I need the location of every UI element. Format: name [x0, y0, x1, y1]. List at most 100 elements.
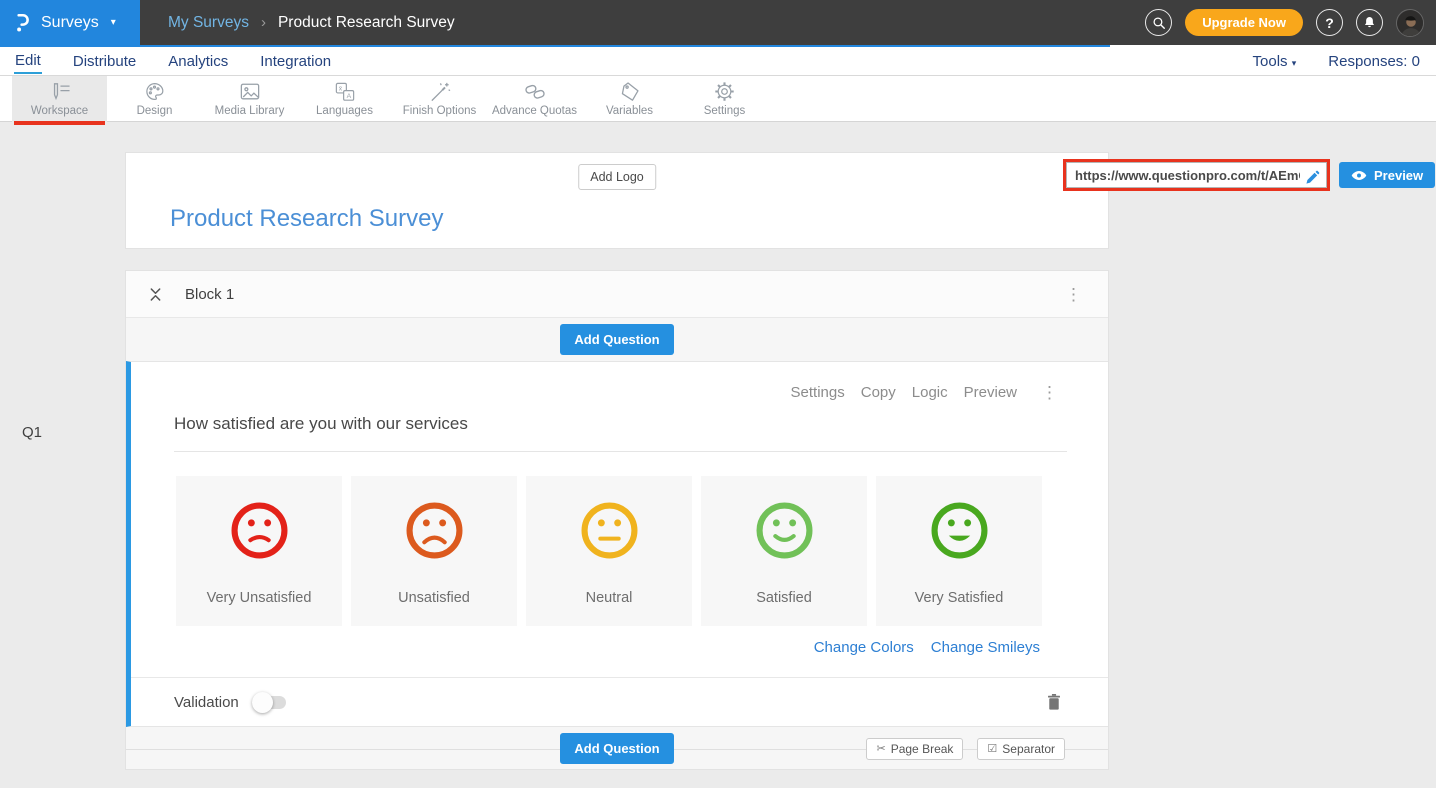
validation-label: Validation: [174, 694, 239, 711]
help-button[interactable]: ?: [1316, 9, 1343, 36]
add-question-button-top[interactable]: Add Question: [560, 324, 673, 355]
smiley-very-satisfied-icon: [931, 502, 988, 559]
toolbar-item-variables[interactable]: Variables: [582, 76, 677, 122]
app-menu-surveys[interactable]: Surveys ▾: [0, 0, 140, 45]
page-break-label: Page Break: [891, 742, 954, 756]
smiley-unsatisfied-icon: [406, 502, 463, 559]
option-label: Unsatisfied: [398, 590, 470, 606]
gear-icon: [714, 82, 735, 102]
block-title[interactable]: Block 1: [185, 286, 234, 303]
option-satisfied[interactable]: Satisfied: [701, 476, 867, 626]
add-question-strip-bottom: Add Question ✂ Page Break ☑ Separator: [126, 727, 1108, 770]
editor-toolbar: Workspace Design Media Library x̄ A Langu…: [0, 76, 1436, 122]
smiley-satisfied-icon: [756, 502, 813, 559]
block-more-options-icon[interactable]: ⋮: [1061, 286, 1086, 303]
option-neutral[interactable]: Neutral: [526, 476, 692, 626]
collapse-block-icon[interactable]: [148, 286, 163, 303]
toolbar-item-advance-quotas[interactable]: Advance Quotas: [487, 76, 582, 122]
separator-button[interactable]: ☑ Separator: [977, 738, 1065, 760]
magic-wand-icon: [429, 82, 451, 102]
change-colors-link[interactable]: Change Colors: [814, 639, 914, 656]
block-header: Block 1 ⋮: [126, 271, 1108, 318]
toolbar-item-label: Languages: [316, 105, 373, 117]
option-label: Very Satisfied: [915, 590, 1004, 606]
question-more-options-icon[interactable]: ⋮: [1037, 384, 1062, 401]
header-actions: Upgrade Now ?: [1145, 0, 1424, 45]
preview-button[interactable]: Preview: [1339, 162, 1435, 188]
add-question-button-bottom[interactable]: Add Question: [560, 733, 673, 764]
tab-distribute[interactable]: Distribute: [72, 49, 137, 73]
toolbar-item-label: Settings: [704, 105, 746, 117]
survey-header-card: Add Logo Product Research Survey: [125, 152, 1109, 249]
question-action-links: Settings Copy Logic Preview ⋮: [131, 362, 1108, 401]
edit-url-pencil-icon[interactable]: [1306, 170, 1320, 184]
question-copy-link[interactable]: Copy: [861, 384, 896, 401]
smiley-options-row: Very Unsatisfied Unsatisfied Neutral Sat…: [176, 476, 1068, 626]
validation-toggle[interactable]: [252, 696, 286, 709]
upgrade-now-button[interactable]: Upgrade Now: [1185, 9, 1303, 36]
toolbar-item-settings[interactable]: Settings: [677, 76, 772, 122]
tools-menu[interactable]: Tools ▾: [1253, 53, 1297, 70]
survey-url-input[interactable]: [1066, 162, 1327, 188]
smiley-customize-links: Change Colors Change Smileys: [131, 639, 1040, 656]
tab-analytics[interactable]: Analytics: [167, 49, 229, 73]
option-label: Satisfied: [756, 590, 812, 606]
toolbar-item-label: Advance Quotas: [492, 105, 577, 117]
option-very-satisfied[interactable]: Very Satisfied: [876, 476, 1042, 626]
question-title[interactable]: How satisfied are you with our services: [174, 414, 1067, 452]
question-logic-link[interactable]: Logic: [912, 384, 948, 401]
tab-edit[interactable]: Edit: [14, 48, 42, 74]
svg-text:x̄: x̄: [338, 85, 342, 92]
question-card: Settings Copy Logic Preview ⋮ How satisf…: [126, 361, 1108, 727]
chevron-down-icon: ▾: [111, 17, 116, 28]
image-icon: [239, 82, 261, 102]
questionpro-logo-icon: [14, 12, 31, 33]
block-footer-buttons: ✂ Page Break ☑ Separator: [866, 738, 1065, 760]
search-icon: [1152, 16, 1166, 30]
checkbox-checked-icon: ☑: [987, 742, 997, 755]
survey-title[interactable]: Product Research Survey: [170, 205, 443, 233]
toolbar-item-label: Design: [137, 105, 173, 117]
tag-icon: [619, 82, 641, 102]
annotation-red-underline: [14, 121, 105, 125]
smiley-neutral-icon: [581, 502, 638, 559]
responses-count[interactable]: Responses: 0: [1328, 53, 1420, 70]
annotation-red-box-survey-url: [1063, 159, 1330, 191]
question-settings-link[interactable]: Settings: [791, 384, 845, 401]
add-logo-button[interactable]: Add Logo: [578, 164, 656, 190]
toolbar-item-media-library[interactable]: Media Library: [202, 76, 297, 122]
toolbar-item-label: Finish Options: [403, 105, 477, 117]
top-header: Surveys ▾ My Surveys › Product Research …: [0, 0, 1436, 45]
toolbar-item-label: Media Library: [215, 105, 285, 117]
trash-icon: [1047, 694, 1061, 711]
chain-link-icon: [524, 82, 546, 102]
user-avatar[interactable]: [1396, 9, 1424, 37]
preview-button-label: Preview: [1374, 168, 1423, 183]
breadcrumb-separator-icon: ›: [261, 14, 266, 31]
section-tabs: Edit Distribute Analytics Integration: [14, 47, 332, 75]
toolbar-item-label: Workspace: [31, 105, 88, 117]
breadcrumb-my-surveys[interactable]: My Surveys: [168, 14, 249, 32]
block-card: Block 1 ⋮ Add Question Settings Copy Log…: [125, 270, 1109, 770]
option-very-unsatisfied[interactable]: Very Unsatisfied: [176, 476, 342, 626]
page-break-button[interactable]: ✂ Page Break: [866, 738, 963, 760]
search-button[interactable]: [1145, 9, 1172, 36]
question-preview-link[interactable]: Preview: [964, 384, 1017, 401]
breadcrumb-current-survey: Product Research Survey: [278, 14, 455, 32]
toolbar-item-finish-options[interactable]: Finish Options: [392, 76, 487, 122]
toolbar-item-languages[interactable]: x̄ A Languages: [297, 76, 392, 122]
notifications-button[interactable]: [1356, 9, 1383, 36]
tab-integration[interactable]: Integration: [259, 49, 332, 73]
smiley-very-unsatisfied-icon: [231, 502, 288, 559]
toolbar-item-workspace[interactable]: Workspace: [12, 76, 107, 122]
option-unsatisfied[interactable]: Unsatisfied: [351, 476, 517, 626]
delete-question-button[interactable]: [1047, 694, 1061, 711]
option-label: Neutral: [586, 590, 633, 606]
app-menu-label: Surveys: [41, 14, 99, 32]
change-smileys-link[interactable]: Change Smileys: [931, 639, 1040, 656]
chevron-down-icon: ▾: [1292, 58, 1297, 68]
toggle-knob: [252, 692, 273, 713]
toolbar-item-design[interactable]: Design: [107, 76, 202, 122]
translate-icon: x̄ A: [334, 82, 356, 102]
svg-text:A: A: [346, 93, 351, 100]
